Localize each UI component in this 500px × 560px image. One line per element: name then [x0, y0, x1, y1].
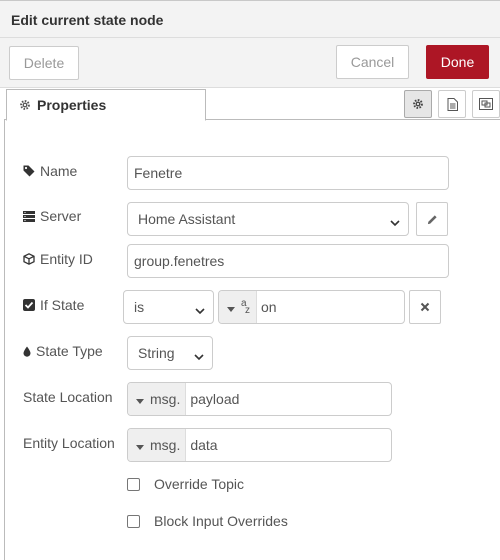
- name-label: Name: [23, 163, 77, 179]
- server-select[interactable]: Home Assistant: [127, 202, 409, 236]
- tab-bar: Properties: [0, 88, 500, 121]
- state-location-value: payload: [190, 391, 240, 407]
- tab-properties[interactable]: Properties: [6, 89, 206, 121]
- chevron-down-icon: [194, 348, 204, 364]
- cube-icon: [23, 253, 35, 265]
- close-icon: [420, 302, 430, 312]
- description-tab-button[interactable]: [438, 90, 466, 118]
- settings-tab-button[interactable]: [404, 90, 432, 118]
- check-square-icon: [23, 299, 35, 311]
- pencil-icon: [427, 214, 437, 224]
- panel-border: [4, 120, 5, 560]
- edit-server-button[interactable]: [416, 202, 448, 236]
- state-type-select[interactable]: String: [127, 336, 213, 370]
- if-state-label: If State: [23, 297, 84, 313]
- server-label: Server: [23, 208, 81, 224]
- if-state-type-button[interactable]: a z: [219, 291, 257, 323]
- entity-location-label: Entity Location: [23, 435, 115, 451]
- entity-id-input[interactable]: group.fenetres: [127, 244, 449, 278]
- name-input[interactable]: Fenetre: [127, 156, 449, 190]
- cog-icon: [413, 99, 423, 109]
- server-icon: [23, 210, 35, 222]
- block-input-overrides-checkbox[interactable]: [127, 514, 140, 528]
- state-location-typed-input[interactable]: msg. payload: [127, 382, 392, 416]
- string-type-icon: a z: [241, 298, 250, 316]
- file-text-icon: [447, 97, 458, 111]
- done-button[interactable]: Done: [426, 45, 489, 79]
- tray-header: Edit current state node: [0, 0, 500, 38]
- caret-down-icon: [136, 437, 144, 453]
- state-location-label: State Location: [23, 389, 113, 405]
- if-state-operator-select[interactable]: is: [123, 290, 214, 324]
- if-state-typed-input[interactable]: a z on: [218, 290, 405, 324]
- override-topic-row: Override Topic: [127, 476, 244, 492]
- override-topic-checkbox[interactable]: [127, 477, 140, 491]
- chevron-down-icon: [390, 214, 400, 230]
- cog-icon: [19, 99, 31, 111]
- chevron-down-icon: [195, 302, 205, 318]
- cancel-button[interactable]: Cancel: [336, 45, 409, 79]
- tag-icon: [23, 165, 35, 177]
- appearance-tab-button[interactable]: [472, 90, 500, 118]
- tray-toolbar: Delete Cancel Done: [0, 38, 500, 88]
- caret-down-icon: [227, 299, 235, 315]
- tab-properties-label: Properties: [37, 97, 107, 113]
- tint-icon: [23, 346, 31, 357]
- if-state-value: on: [261, 299, 277, 315]
- entity-location-type-button[interactable]: msg.: [128, 429, 187, 461]
- state-type-label: State Type: [23, 343, 103, 359]
- delete-button[interactable]: Delete: [9, 46, 79, 80]
- block-input-overrides-row: Block Input Overrides: [127, 513, 288, 529]
- state-location-type-button[interactable]: msg.: [128, 383, 187, 415]
- tray-title: Edit current state node: [11, 12, 164, 28]
- object-group-icon: [479, 98, 493, 110]
- entity-location-typed-input[interactable]: msg. data: [127, 428, 392, 462]
- caret-down-icon: [136, 391, 144, 407]
- entity-id-label: Entity ID: [23, 251, 93, 267]
- entity-location-value: data: [190, 437, 218, 453]
- remove-if-state-button[interactable]: [409, 290, 441, 324]
